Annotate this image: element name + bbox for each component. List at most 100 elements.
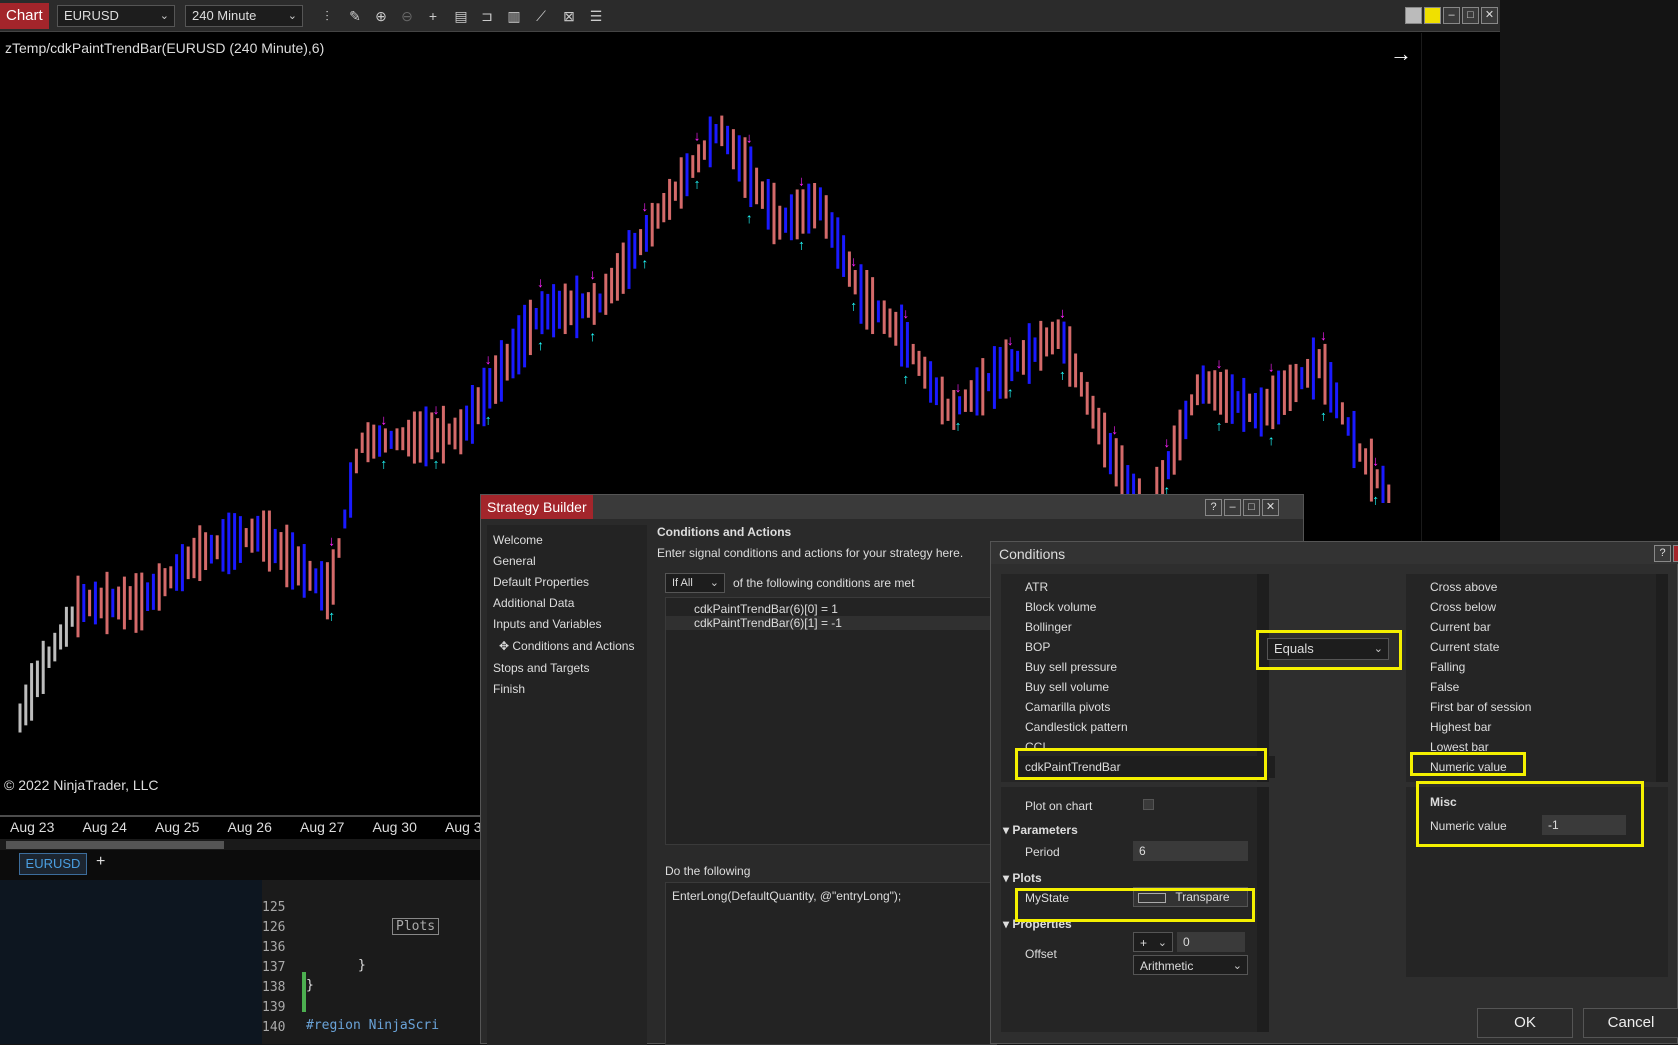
code-editor[interactable]: 125 126 Plots 136 137 } 138 } 139 140 #r… [262, 880, 482, 1044]
minimize-icon[interactable]: – [1224, 499, 1241, 516]
scroll-thumb[interactable] [6, 841, 224, 849]
indicators-icon[interactable]: ⊠ [560, 7, 578, 25]
nav-stops-targets[interactable]: Stops and Targets [493, 661, 590, 675]
list-item[interactable]: Buy sell volume [1025, 680, 1109, 694]
section-description: Enter signal conditions and actions for … [657, 546, 964, 560]
list-item[interactable]: BOP [1025, 640, 1050, 654]
tab-eurusd[interactable]: EURUSD [19, 853, 87, 875]
list-item[interactable]: False [1430, 680, 1459, 694]
bar-type-icon[interactable]: ⫶ [318, 7, 336, 25]
help-icon[interactable]: ? [1205, 499, 1222, 516]
plot-on-chart-checkbox[interactable] [1143, 799, 1154, 810]
cancel-button[interactable]: Cancel [1583, 1008, 1678, 1038]
interval-value: 240 Minute [192, 8, 257, 23]
highlight-box [1015, 888, 1255, 922]
list-item[interactable]: Candlestick pattern [1025, 720, 1128, 734]
change-marker [302, 972, 306, 1012]
maximize-icon[interactable]: □ [1243, 499, 1260, 516]
line-number: 125 [262, 900, 286, 915]
sell-arrow-icon: ↓ [328, 532, 335, 548]
collapsed-region[interactable]: Plots [392, 918, 440, 935]
list-item[interactable]: Falling [1430, 660, 1465, 674]
list-item[interactable]: Cross below [1430, 600, 1496, 614]
sell-arrow-icon: ↓ [1059, 305, 1066, 321]
offset-value-field[interactable]: 0 [1177, 932, 1245, 952]
list-item[interactable]: Block volume [1025, 600, 1096, 614]
instrument-select[interactable]: EURUSD ⌄ [57, 5, 175, 27]
parameters-header[interactable]: ▾ Parameters [1003, 823, 1078, 837]
strategy-builder-title: Strategy Builder [481, 495, 593, 519]
chart-tabs: EURUSD + [0, 850, 482, 880]
add-tab-button[interactable]: + [96, 853, 105, 871]
data-box-icon[interactable]: ▤ [452, 7, 470, 25]
interval-select[interactable]: 240 Minute ⌄ [185, 5, 303, 27]
sell-arrow-icon: ↓ [589, 266, 596, 282]
conditions-titlebar: Conditions ? ✕ [991, 542, 1678, 564]
nav-conditions-label: Conditions and Actions [512, 639, 635, 653]
nav-finish[interactable]: Finish [493, 682, 525, 696]
help-icon[interactable]: ? [1654, 545, 1671, 562]
scrollbar[interactable] [1656, 574, 1668, 782]
list-item[interactable]: Current state [1430, 640, 1499, 654]
close-icon[interactable]: ✕ [1673, 545, 1678, 562]
nav-welcome[interactable]: Welcome [493, 533, 543, 547]
orders-icon[interactable]: ⊐ [478, 7, 496, 25]
condition-item[interactable]: cdkPaintTrendBar(6)[0] = 1 [694, 602, 838, 616]
pencil-icon[interactable]: ✎ [346, 7, 364, 25]
sell-arrow-icon: ↓ [902, 305, 909, 321]
list-item[interactable]: Camarilla pivots [1025, 700, 1110, 714]
highlight-box [1410, 752, 1526, 776]
list-item[interactable]: Cross above [1430, 580, 1497, 594]
buy-arrow-icon: ↑ [1007, 384, 1014, 400]
date-tick-label: Aug 26 [228, 819, 273, 835]
sell-arrow-icon: ↓ [1163, 434, 1170, 450]
sell-arrow-icon: ↓ [1268, 359, 1275, 375]
properties-icon[interactable]: ☰ [587, 7, 605, 25]
sell-arrow-icon: ↓ [1111, 421, 1118, 437]
chart-toolbar: Chart EURUSD ⌄ 240 Minute ⌄ ⫶ ✎ ⊕ ⊖ + ▤ ⊐ … [0, 0, 1500, 32]
chevron-down-icon: ⌄ [287, 10, 297, 22]
chart-trader-icon[interactable]: ▥ [505, 7, 523, 25]
list-item[interactable]: ATR [1025, 580, 1048, 594]
close-icon[interactable]: ✕ [1262, 499, 1279, 516]
list-item[interactable]: Buy sell pressure [1025, 660, 1117, 674]
action-item[interactable]: EnterLong(DefaultQuantity, @"entryLong")… [672, 889, 901, 903]
buy-arrow-icon: ↑ [1372, 491, 1379, 507]
maximize-icon[interactable]: □ [1462, 7, 1479, 24]
nav-inputs-variables[interactable]: Inputs and Variables [493, 617, 602, 631]
ok-button[interactable]: OK [1477, 1008, 1573, 1038]
nav-default-properties[interactable]: Default Properties [493, 575, 589, 589]
ifall-select[interactable]: If All ⌄ [665, 573, 725, 593]
zoom-out-icon[interactable]: ⊖ [398, 7, 416, 25]
nav-general[interactable]: General [493, 554, 536, 568]
do-label: Do the following [665, 864, 751, 878]
chevron-down-icon: ⌄ [159, 10, 169, 22]
list-item[interactable]: First bar of session [1430, 700, 1531, 714]
nav-additional-data[interactable]: Additional Data [493, 596, 574, 610]
chart-title: Chart [0, 3, 49, 29]
condition-item[interactable]: cdkPaintTrendBar(6)[1] = -1 [694, 616, 842, 630]
scrollbar[interactable] [1257, 787, 1269, 1032]
offset-sign-select[interactable]: + ⌄ [1133, 932, 1173, 952]
code-line: } [358, 958, 366, 973]
gray-square-icon[interactable] [1405, 7, 1422, 24]
list-item[interactable]: Current bar [1430, 620, 1491, 634]
zoom-in-icon[interactable]: ⊕ [372, 7, 390, 25]
section-title: Conditions and Actions [657, 525, 792, 539]
period-field[interactable]: 6 [1133, 841, 1248, 861]
yellow-square-icon[interactable] [1424, 7, 1441, 24]
strategies-icon[interactable]: ⟋ [532, 7, 550, 25]
conditions-title: Conditions [999, 546, 1066, 562]
arrow-right-icon[interactable]: → [1390, 41, 1412, 66]
list-item[interactable]: Bollinger [1025, 620, 1072, 634]
list-item[interactable]: Highest bar [1430, 720, 1491, 734]
crosshair-icon[interactable]: + [424, 7, 442, 25]
plots-header[interactable]: ▾ Plots [1003, 871, 1042, 885]
close-icon[interactable]: ✕ [1481, 7, 1498, 24]
nav-conditions-actions[interactable]: ✥ Conditions and Actions [499, 639, 634, 653]
date-tick-label: Aug 30 [373, 819, 418, 835]
code-line: #region NinjaScri [306, 1018, 440, 1033]
line-number: 136 [262, 940, 286, 955]
offset-type-select[interactable]: Arithmetic ⌄ [1133, 955, 1248, 975]
minimize-icon[interactable]: – [1443, 7, 1460, 24]
